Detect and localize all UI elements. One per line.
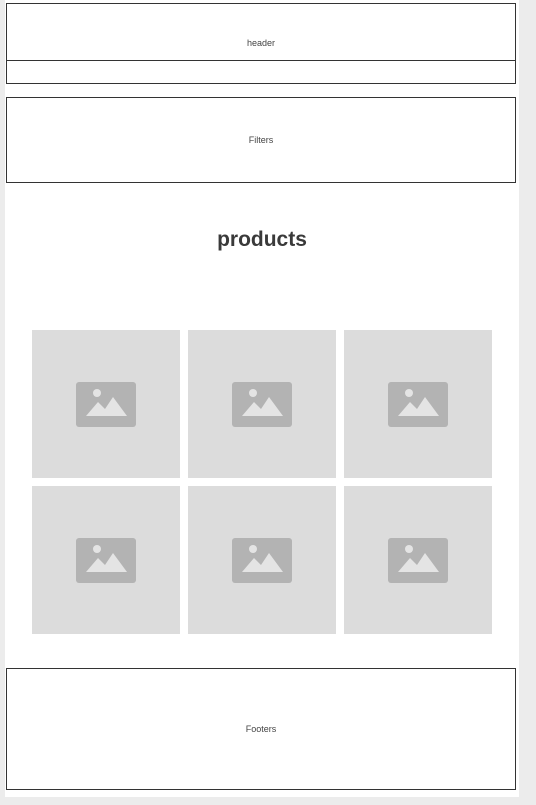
product-card[interactable] (188, 330, 336, 478)
product-grid (32, 330, 493, 634)
product-card[interactable] (188, 486, 336, 634)
page: header Filters products Footers (5, 0, 519, 797)
image-placeholder-icon (388, 537, 448, 583)
filters-label: Filters (248, 135, 274, 145)
image-placeholder-icon (76, 381, 136, 427)
footer: Footers (6, 668, 516, 790)
products-title: products (217, 228, 307, 251)
image-placeholder-icon (388, 381, 448, 427)
header-label: header (246, 38, 276, 48)
product-card[interactable] (32, 486, 180, 634)
product-card[interactable] (344, 330, 492, 478)
header: header (6, 3, 516, 61)
footer-label: Footers (245, 724, 277, 734)
product-card[interactable] (344, 486, 492, 634)
product-card[interactable] (32, 330, 180, 478)
filters-panel[interactable]: Filters (6, 97, 516, 183)
image-placeholder-icon (232, 537, 292, 583)
image-placeholder-icon (232, 381, 292, 427)
image-placeholder-icon (76, 537, 136, 583)
nav-bar (6, 60, 516, 84)
